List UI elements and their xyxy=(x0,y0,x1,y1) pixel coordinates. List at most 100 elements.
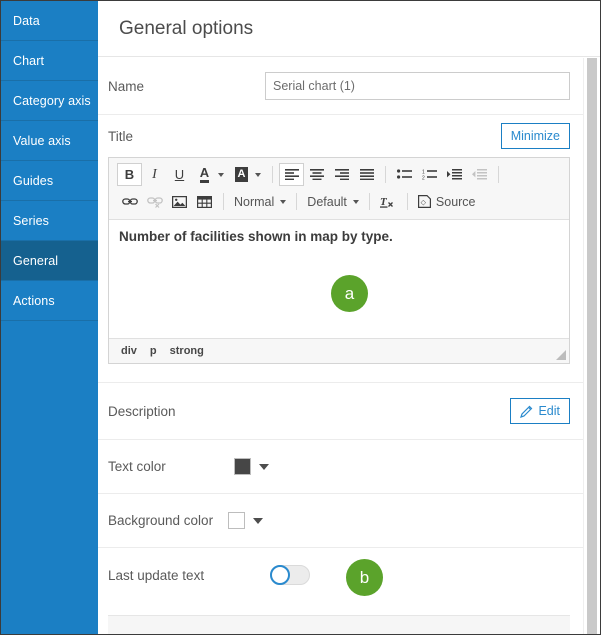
background-color-swatch xyxy=(228,512,246,529)
name-input[interactable] xyxy=(265,72,570,100)
sidebar-item-guides[interactable]: Guides xyxy=(1,161,98,201)
background-color-label: Background color xyxy=(108,513,214,528)
background-color-picker[interactable] xyxy=(228,512,264,529)
editor-toolbar: B I U A A 1 2 Normal Default T ◇ Source xyxy=(109,158,569,220)
edit-label: Edit xyxy=(538,404,560,418)
underline-glyph: U xyxy=(174,167,185,182)
toolbar-row-1: B I U A A 1 2 xyxy=(113,161,565,188)
page-title: General options xyxy=(98,1,600,57)
editor-bottom-spacer xyxy=(98,364,584,382)
name-label: Name xyxy=(108,78,145,94)
sidebar-item-series[interactable]: Series xyxy=(1,201,98,241)
annotation-badge-b: b xyxy=(346,559,383,596)
align-justify-icon[interactable] xyxy=(354,163,379,186)
text-color-chevron-down-icon[interactable] xyxy=(218,172,224,177)
toggle-knob xyxy=(270,565,291,585)
sidebar-item-data[interactable]: Data xyxy=(1,1,98,41)
sidebar-item-label: Data xyxy=(13,13,40,28)
text-color-glyph: A xyxy=(199,166,210,183)
resize-handle-icon[interactable] xyxy=(556,350,566,360)
description-label: Description xyxy=(108,403,176,419)
toolbar-divider xyxy=(296,193,298,210)
settings-main: General options Name Title Minimize xyxy=(98,1,600,634)
text-color-label: Text color xyxy=(108,459,166,474)
toolbar-divider xyxy=(368,193,370,210)
sidebar-item-general[interactable]: General xyxy=(1,241,98,281)
title-row: Title Minimize xyxy=(98,115,584,157)
background-color-icon[interactable]: A xyxy=(229,163,254,186)
sidebar-item-label: Actions xyxy=(13,293,55,308)
paragraph-format-select[interactable]: Normal xyxy=(230,191,290,213)
edit-description-button[interactable]: Edit xyxy=(510,398,570,424)
align-right-icon[interactable] xyxy=(329,163,354,186)
numbered-list-icon[interactable]: 1 2 xyxy=(417,163,442,186)
last-update-text-label: Last update text xyxy=(108,567,205,583)
bulleted-list-icon[interactable] xyxy=(392,163,417,186)
italic-glyph: I xyxy=(152,166,157,182)
bold-icon[interactable]: B xyxy=(117,163,142,186)
element-path-p[interactable]: p xyxy=(150,345,157,357)
editor-element-path: div p strong xyxy=(109,338,569,363)
last-update-text-toggle[interactable] xyxy=(270,565,311,585)
sidebar-item-label: Value axis xyxy=(13,133,71,148)
svg-text:1: 1 xyxy=(422,169,425,175)
toolbar-divider xyxy=(385,166,386,183)
sidebar-item-label: Guides xyxy=(13,173,54,188)
last-update-text-row: Last update text xyxy=(98,548,584,602)
svg-text:2: 2 xyxy=(422,176,425,180)
toolbar-row-2: Normal Default T ◇ Source xyxy=(113,188,565,215)
toolbar-divider xyxy=(406,193,408,210)
toolbar-divider xyxy=(272,166,273,183)
text-color-picker[interactable] xyxy=(233,458,269,475)
sidebar-item-chart[interactable]: Chart xyxy=(1,41,98,81)
element-path-strong[interactable]: strong xyxy=(170,345,204,357)
toolbar-divider xyxy=(223,193,224,210)
rich-text-editor: B I U A A 1 2 Normal Default T ◇ Source … xyxy=(108,157,570,364)
source-button[interactable]: ◇ Source xyxy=(414,191,480,213)
sidebar-item-actions[interactable]: Actions xyxy=(1,281,98,321)
panel-footer xyxy=(108,615,570,634)
sidebar-item-label: Series xyxy=(13,213,50,228)
image-icon[interactable] xyxy=(167,190,192,213)
settings-sidebar: Data Chart Category axis Value axis Guid… xyxy=(1,1,98,634)
background-color-chevron-down-icon[interactable] xyxy=(255,172,261,177)
increase-indent-icon[interactable] xyxy=(442,163,467,186)
align-left-icon[interactable] xyxy=(279,163,304,186)
svg-text:T: T xyxy=(380,196,388,208)
vertical-scrollbar[interactable] xyxy=(583,58,600,634)
underline-icon[interactable]: U xyxy=(167,163,192,186)
remove-format-icon[interactable]: T xyxy=(376,190,401,213)
chevron-down-icon xyxy=(253,517,264,524)
description-row: Description Edit xyxy=(98,382,584,440)
font-size-select[interactable]: Default xyxy=(303,191,363,213)
text-color-row: Text color xyxy=(98,440,584,494)
paragraph-format-value: Normal xyxy=(234,194,275,209)
font-size-value: Default xyxy=(307,194,347,209)
annotation-badge-a: a xyxy=(331,275,368,312)
sidebar-item-label: General xyxy=(13,253,59,268)
bold-glyph: B xyxy=(124,167,135,182)
pencil-icon xyxy=(520,405,533,418)
link-icon[interactable] xyxy=(117,190,142,213)
table-icon[interactable] xyxy=(192,190,217,213)
svg-text:◇: ◇ xyxy=(421,200,427,207)
name-row: Name xyxy=(98,58,584,115)
minimize-button[interactable]: Minimize xyxy=(500,123,570,149)
editor-content-text: Number of facilities shown in map by typ… xyxy=(119,229,393,244)
scrollbar-thumb[interactable] xyxy=(587,58,597,634)
source-code-icon: ◇ xyxy=(417,195,431,208)
chevron-down-icon xyxy=(280,199,287,204)
sidebar-item-label: Category axis xyxy=(13,93,91,108)
settings-content: Name Title Minimize B xyxy=(98,58,584,634)
title-label: Title xyxy=(108,128,134,144)
unlink-icon xyxy=(142,190,167,213)
chart-settings-panel: Data Chart Category axis Value axis Guid… xyxy=(0,0,601,635)
text-color-icon[interactable]: A xyxy=(192,163,217,186)
sidebar-item-value-axis[interactable]: Value axis xyxy=(1,121,98,161)
italic-icon[interactable]: I xyxy=(142,163,167,186)
align-center-icon[interactable] xyxy=(304,163,329,186)
background-color-row: Background color xyxy=(98,494,584,548)
sidebar-item-category-axis[interactable]: Category axis xyxy=(1,81,98,121)
element-path-div[interactable]: div xyxy=(121,345,137,357)
source-label: Source xyxy=(435,194,476,209)
